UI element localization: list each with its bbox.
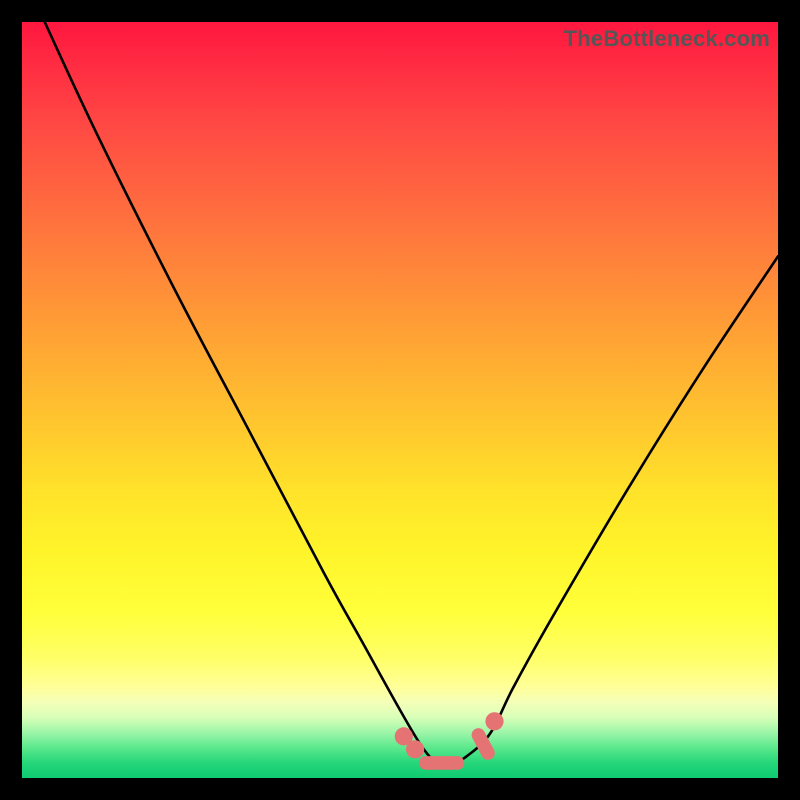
valley-markers	[395, 712, 504, 769]
chart-frame: TheBottleneck.com	[0, 0, 800, 800]
bottleneck-curve	[45, 22, 778, 764]
curve-layer	[22, 22, 778, 778]
valley-marker	[419, 756, 464, 770]
valley-marker	[406, 740, 424, 758]
valley-marker	[485, 712, 503, 730]
plot-area: TheBottleneck.com	[22, 22, 778, 778]
